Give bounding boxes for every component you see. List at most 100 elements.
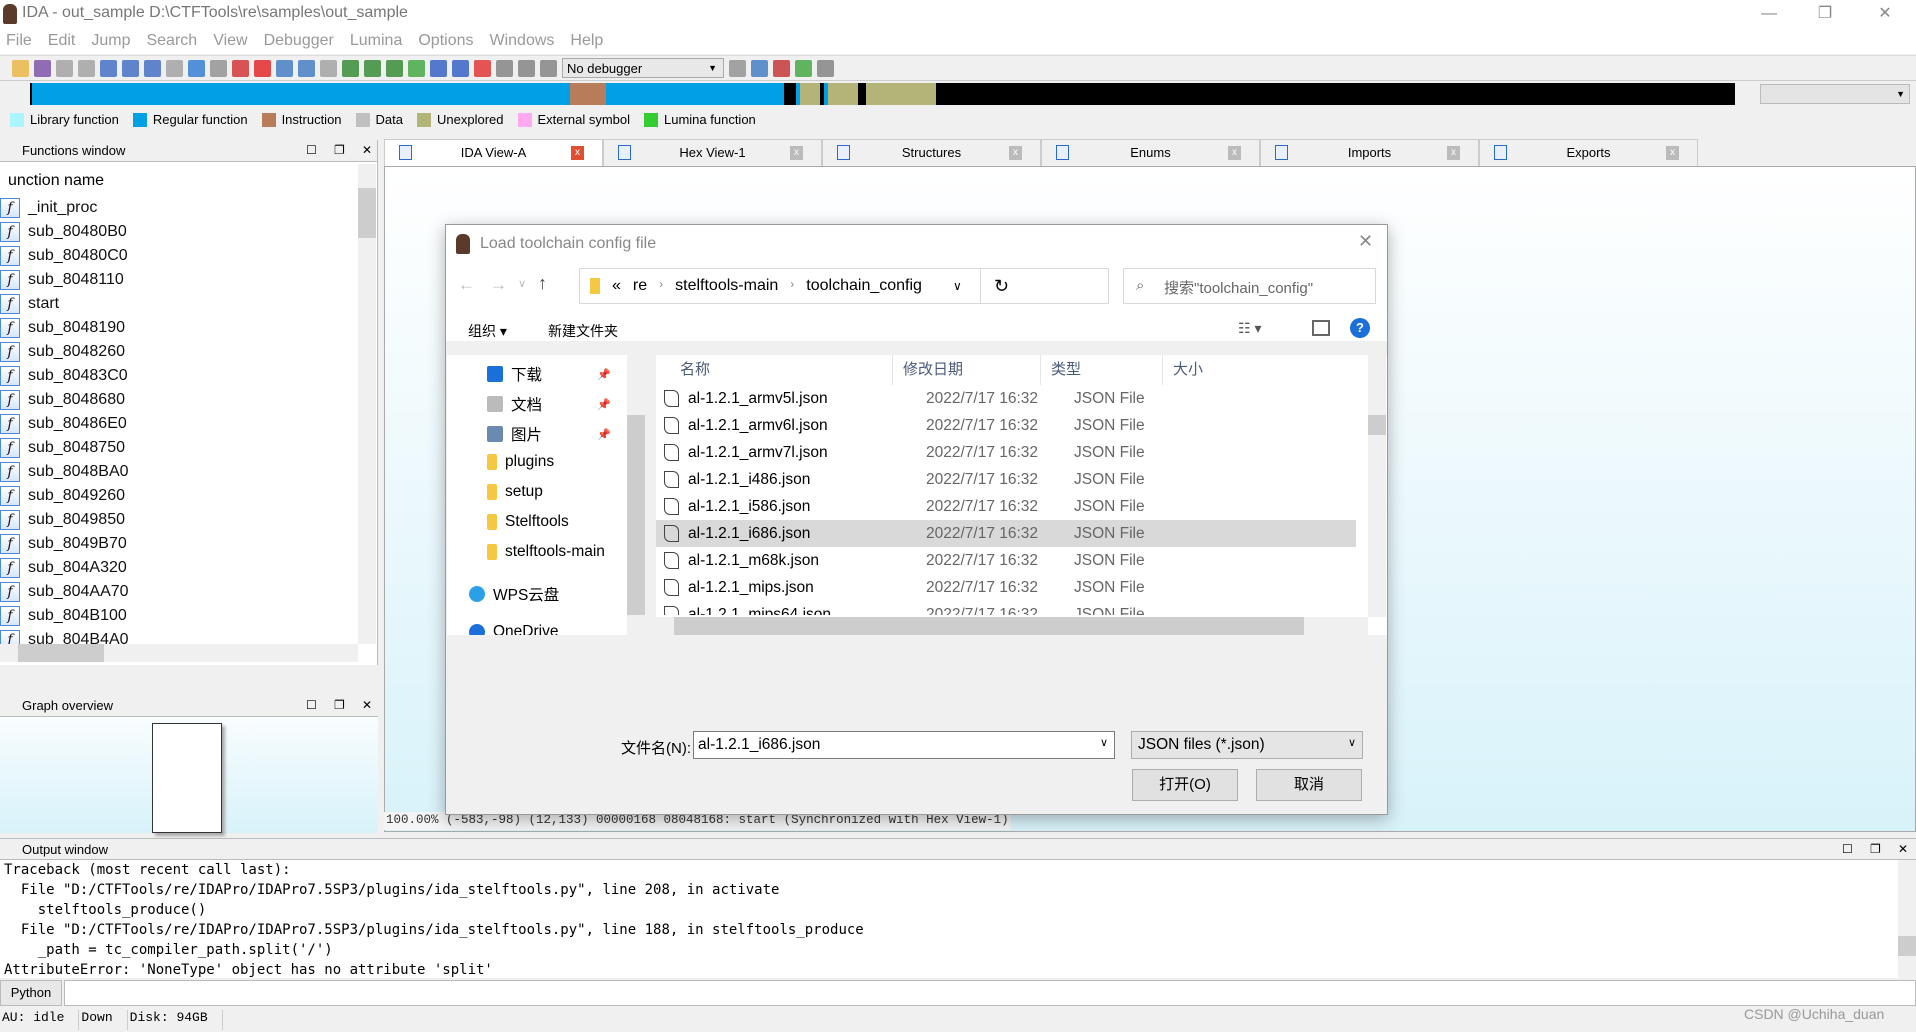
function-list-item[interactable]: f sub_804A320	[0, 556, 127, 580]
toolbar-button-icon[interactable]	[78, 59, 95, 77]
maximize-panel-icon[interactable]: ☐	[306, 143, 317, 157]
nav-item[interactable]: 下载 📌	[487, 363, 611, 385]
toolbar-button-icon[interactable]	[100, 59, 117, 77]
column-header-date[interactable]: 修改日期	[892, 355, 963, 385]
cancel-button[interactable]: 取消	[1256, 769, 1362, 801]
up-button[interactable]: ↑	[538, 273, 547, 294]
dialog-close-button[interactable]: ✕	[1358, 231, 1373, 252]
file-type-select[interactable]: JSON files (*.json) ∨	[1131, 731, 1363, 759]
function-list-item[interactable]: f sub_8048680	[0, 388, 125, 412]
column-header-name[interactable]: 名称	[656, 355, 710, 385]
nav-item[interactable]: 文档 📌	[487, 393, 611, 415]
function-list-item[interactable]: f sub_80480C0	[0, 244, 128, 268]
help-icon[interactable]: ?	[1350, 318, 1370, 338]
function-list-item[interactable]: f start	[0, 292, 59, 316]
close-panel-icon[interactable]: ✕	[1898, 842, 1908, 856]
toolbar-button-icon[interactable]	[773, 59, 790, 77]
column-header-type[interactable]: 类型	[1040, 355, 1081, 385]
function-list-item[interactable]: f sub_8049850	[0, 508, 125, 532]
menu-file[interactable]: File	[6, 32, 32, 50]
view-options-icon[interactable]: ☷ ▾	[1238, 320, 1261, 337]
menu-options[interactable]: Options	[418, 32, 473, 50]
toolbar-button-icon[interactable]	[144, 59, 161, 77]
maximize-panel-icon[interactable]: ☐	[306, 698, 317, 712]
float-panel-icon[interactable]: ❐	[334, 143, 345, 157]
nav-item[interactable]: plugins	[487, 453, 554, 471]
function-list-item[interactable]: f sub_8048260	[0, 340, 125, 364]
tab-hex-view-1[interactable]: Hex View-1 x	[603, 139, 822, 166]
file-row[interactable]: al-1.2.1_m68k.json 2022/7/17 16:32 JSON Fi…	[656, 547, 1356, 574]
open-button[interactable]: 打开(O)	[1132, 769, 1238, 801]
pin-icon[interactable]: 📌	[597, 398, 611, 411]
back-button[interactable]: ←	[458, 275, 475, 295]
column-header-size[interactable]: 大小	[1162, 355, 1203, 385]
toolbar-button-icon[interactable]	[386, 59, 403, 77]
function-list-item[interactable]: f sub_8048750	[0, 436, 125, 460]
minimize-button[interactable]: —	[1746, 2, 1792, 26]
close-tab-icon[interactable]: x	[1228, 146, 1241, 160]
debugger-select[interactable]: No debugger ▼	[562, 58, 724, 78]
file-row[interactable]: al-1.2.1_armv6l.json 2022/7/17 16:32 JSON …	[656, 412, 1356, 439]
function-list-item[interactable]: f sub_8049260	[0, 484, 125, 508]
toolbar-button-icon[interactable]	[254, 59, 271, 77]
breadcrumb-item[interactable]: re	[633, 277, 647, 295]
preview-pane-icon[interactable]	[1312, 320, 1330, 336]
toolbar-button-icon[interactable]	[56, 59, 73, 77]
organize-menu[interactable]: 组织 ▾	[468, 321, 507, 341]
function-list-item[interactable]: f sub_8048190	[0, 316, 125, 340]
float-panel-icon[interactable]: ❐	[334, 698, 345, 712]
toolbar-button-icon[interactable]	[276, 59, 293, 77]
tab-imports[interactable]: Imports x	[1260, 139, 1479, 166]
toolbar-button-icon[interactable]	[795, 59, 812, 77]
nav-item[interactable]: WPS云盘	[469, 583, 559, 605]
tab-exports[interactable]: Exports x	[1479, 139, 1698, 166]
address-bar[interactable]: « re › stelftools-main › toolchain_config ∨ ↻	[579, 268, 1109, 304]
pin-icon[interactable]: 📌	[597, 368, 611, 381]
menu-jump[interactable]: Jump	[91, 32, 130, 50]
nav-item[interactable]: setup	[487, 483, 543, 501]
toolbar-button-icon[interactable]	[188, 59, 205, 77]
column-header-function-name[interactable]: unction name	[8, 172, 104, 190]
recent-dropdown-icon[interactable]: ∨	[518, 277, 526, 290]
menu-lumina[interactable]: Lumina	[350, 32, 402, 50]
toolbar-button-icon[interactable]	[474, 59, 491, 77]
toolbar-button-icon[interactable]	[320, 59, 337, 77]
chevron-down-icon[interactable]: ∨	[1100, 736, 1108, 749]
menu-windows[interactable]: Windows	[489, 32, 554, 50]
toolbar-button-icon[interactable]	[452, 59, 469, 77]
toolbar-button-icon[interactable]	[232, 59, 249, 77]
toolbar-button-icon[interactable]	[751, 59, 768, 77]
menu-search[interactable]: Search	[146, 32, 197, 50]
toolbar-button-icon[interactable]	[34, 59, 51, 77]
nav-item[interactable]: 图片 📌	[487, 423, 611, 445]
function-list-item[interactable]: f sub_80486E0	[0, 412, 127, 436]
maximize-button[interactable]: ❐	[1802, 2, 1848, 26]
nav-band-dropdown[interactable]: ▼	[1760, 84, 1910, 104]
float-panel-icon[interactable]: ❐	[1870, 842, 1881, 856]
filename-input[interactable]: al-1.2.1_i686.json ∨	[693, 731, 1115, 759]
pin-icon[interactable]: 📌	[597, 428, 611, 441]
tab-ida-view-a[interactable]: IDA View-A x	[384, 139, 603, 166]
address-dropdown-icon[interactable]: ∨	[953, 279, 962, 293]
file-row[interactable]: al-1.2.1_i486.json 2022/7/17 16:32 JSON Fi…	[656, 466, 1356, 493]
toolbar-button-icon[interactable]	[298, 59, 315, 77]
nav-item[interactable]: OneDrive	[469, 623, 558, 635]
toolbar-button-icon[interactable]	[518, 59, 535, 77]
close-tab-icon[interactable]: x	[790, 146, 803, 160]
output-scrollbar[interactable]	[1898, 860, 1916, 978]
close-tab-icon[interactable]: x	[1447, 146, 1460, 160]
navigation-band[interactable]	[10, 83, 1755, 105]
python-command-input[interactable]	[64, 980, 1916, 1006]
toolbar-button-icon[interactable]	[122, 59, 139, 77]
function-list-item[interactable]: f sub_8049B70	[0, 532, 127, 556]
toolbar-button-icon[interactable]	[12, 59, 29, 77]
tab-enums[interactable]: Enums x	[1041, 139, 1260, 166]
close-panel-icon[interactable]: ✕	[362, 698, 372, 712]
new-folder-button[interactable]: 新建文件夹	[548, 321, 618, 341]
toolbar-button-icon[interactable]	[496, 59, 513, 77]
python-language-button[interactable]: Python	[0, 980, 62, 1006]
toolbar-button-icon[interactable]	[342, 59, 359, 77]
menu-view[interactable]: View	[213, 32, 247, 50]
tab-structures[interactable]: Structures x	[822, 139, 1041, 166]
refresh-icon[interactable]: ↻	[980, 269, 1022, 303]
